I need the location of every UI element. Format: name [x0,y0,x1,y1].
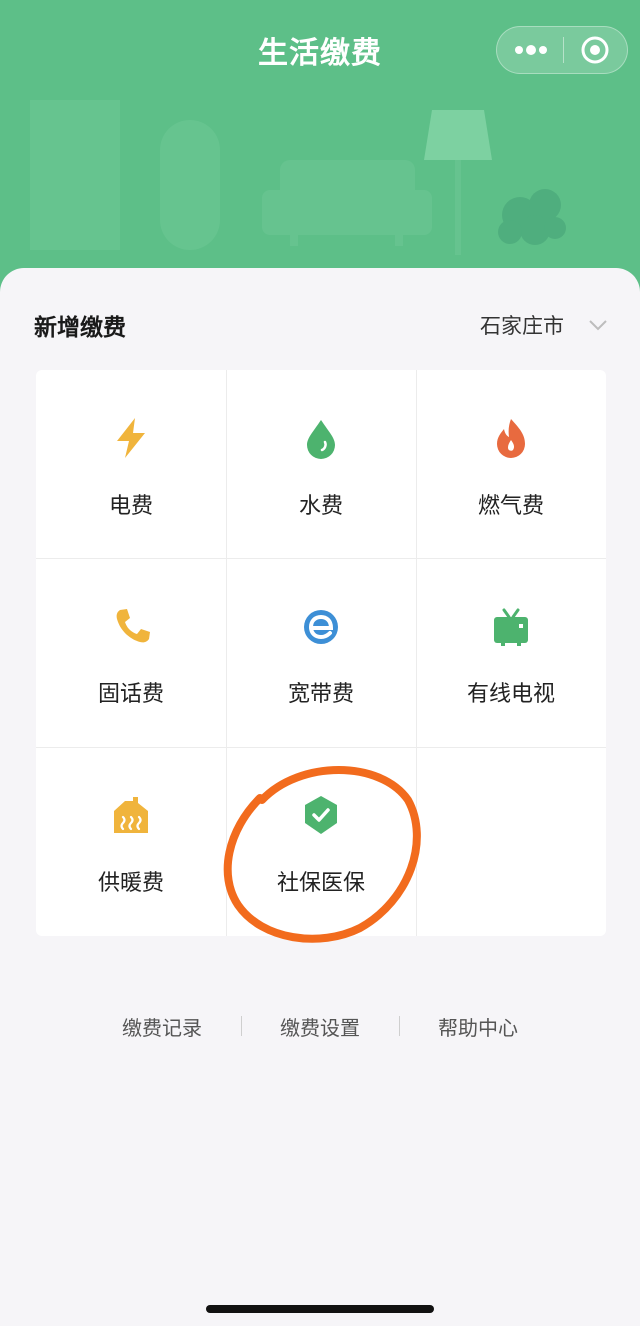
more-button[interactable] [497,27,563,73]
lightning-icon [117,418,145,458]
service-broadband[interactable]: 宽带费 [226,558,416,746]
service-label: 水费 [298,494,343,519]
payment-settings-link[interactable]: 缴费设置 [250,1012,390,1041]
service-heating[interactable]: 供暖费 [36,747,226,935]
service-label: 燃气费 [477,494,544,519]
mini-program-capsule [496,26,628,74]
flame-icon [497,419,525,458]
help-center-link[interactable]: 帮助中心 [408,1012,548,1041]
close-button[interactable] [563,27,627,73]
tv-icon [494,608,528,646]
city-selector[interactable]: 石家庄市 [480,310,564,340]
payment-records-link[interactable]: 缴费记录 [92,1012,232,1041]
more-dots-icon [515,45,547,55]
shield-check-icon [305,796,337,834]
footer-divider [241,1016,242,1036]
target-circle-icon [581,36,609,64]
service-label: 固话费 [97,682,164,707]
service-label: 供暖费 [97,871,164,896]
heating-house-icon [114,797,148,833]
phone-icon [116,609,150,643]
service-grid: 电费 水费 燃气费 固话费 宽带费 有线电视 供暖费 社保医保 [36,370,606,936]
home-indicator[interactable] [206,1305,434,1313]
service-label: 有线电视 [466,682,555,707]
section-title: 新增缴费 [34,315,126,341]
broadband-e-icon [304,610,338,644]
service-water[interactable]: 水费 [226,370,416,558]
water-drop-icon [307,420,335,459]
chevron-down-icon[interactable] [588,318,608,332]
service-label: 宽带费 [287,682,354,707]
service-landline[interactable]: 固话费 [36,558,226,746]
service-cable-tv[interactable]: 有线电视 [416,558,606,746]
footer-links: 缴费记录 缴费设置 帮助中心 [0,1012,640,1042]
footer-divider [399,1016,400,1036]
service-social-insurance[interactable]: 社保医保 [226,747,416,935]
service-electricity[interactable]: 电费 [36,370,226,558]
service-gas[interactable]: 燃气费 [416,370,606,558]
service-label: 电费 [108,494,153,519]
service-label: 社保医保 [276,871,365,896]
